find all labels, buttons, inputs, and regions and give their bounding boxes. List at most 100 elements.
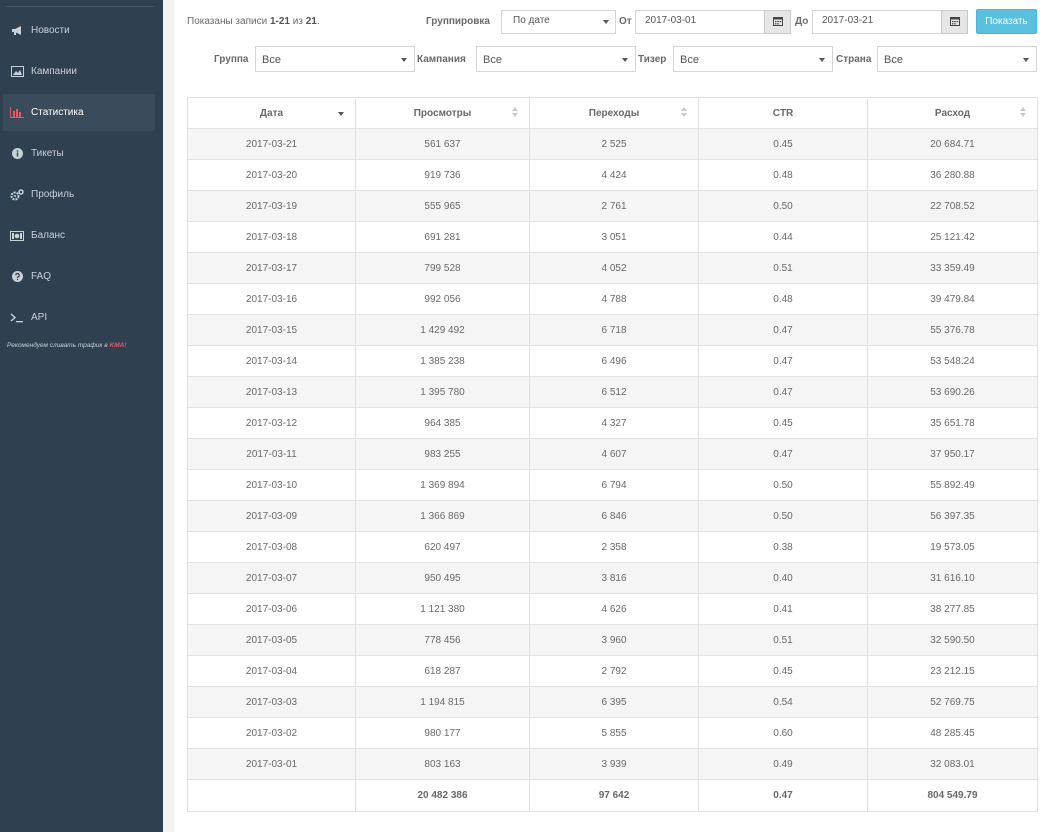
gears-icon <box>10 188 24 201</box>
main-content: Показаны записи 1-21 из 21. Группировка … <box>174 0 1051 832</box>
table-row: 2017-03-04 618 287 2 792 0.45 23 212.15 <box>187 655 1038 687</box>
country-select[interactable]: Все <box>877 46 1037 72</box>
cell-date: 2017-03-07 <box>187 562 356 594</box>
cell-ctr: 0.48 <box>698 159 868 191</box>
cell-clicks: 2 792 <box>529 655 699 687</box>
total-cell-spend: 804 549.79 <box>867 779 1038 812</box>
table-row: 2017-03-15 1 429 492 6 718 0.47 55 376.78 <box>187 314 1038 346</box>
column-header-views[interactable]: Просмотры <box>355 97 530 129</box>
table-row: 2017-03-12 964 385 4 327 0.45 35 651.78 <box>187 407 1038 439</box>
chevron-down-icon <box>622 58 628 62</box>
cell-clicks: 3 939 <box>529 748 699 780</box>
sidebar-item-label: Новости <box>31 25 70 36</box>
cell-views: 1 385 238 <box>355 345 530 377</box>
campaign-label: Кампания <box>417 54 466 65</box>
sidebar-item-label: FAQ <box>31 271 52 282</box>
cell-date: 2017-03-21 <box>187 128 356 160</box>
calendar-icon <box>949 16 960 29</box>
table-row: 2017-03-10 1 369 894 6 794 0.50 55 892.49 <box>187 469 1038 501</box>
sidebar-item-news[interactable]: Новости <box>0 12 163 49</box>
cell-ctr: 0.47 <box>698 438 868 470</box>
table-row: 2017-03-16 992 056 4 788 0.48 39 479.84 <box>187 283 1038 315</box>
sidebar-item-label: Тикеты <box>31 148 64 159</box>
show-button[interactable]: Показать <box>976 9 1037 34</box>
cell-spend: 25 121.42 <box>867 221 1038 253</box>
cell-views: 691 281 <box>355 221 530 253</box>
cell-views: 1 369 894 <box>355 469 530 501</box>
sidebar-item-profile[interactable]: Профиль <box>0 176 163 213</box>
cell-clicks: 6 718 <box>529 314 699 346</box>
cell-ctr: 0.40 <box>698 562 868 594</box>
cell-ctr: 0.50 <box>698 469 868 501</box>
date-from-input[interactable]: 2017-03-01 <box>635 10 765 34</box>
cell-spend: 20 684.71 <box>867 128 1038 160</box>
total-cell-date <box>187 779 356 812</box>
cell-spend: 35 651.78 <box>867 407 1038 439</box>
terminal-icon <box>10 312 24 324</box>
date-to-calendar-button[interactable] <box>941 10 968 34</box>
cell-clicks: 6 846 <box>529 500 699 532</box>
cell-date: 2017-03-10 <box>187 469 356 501</box>
megaphone-icon <box>10 25 24 37</box>
grouping-label: Группировка <box>426 16 490 27</box>
promo-brand-link[interactable]: KMA! <box>110 342 127 349</box>
cell-views: 561 637 <box>355 128 530 160</box>
cell-date: 2017-03-06 <box>187 593 356 625</box>
sidebar-item-statistics[interactable]: Статистика <box>3 94 155 131</box>
sidebar-item-faq[interactable]: FAQ <box>0 258 163 295</box>
cell-ctr: 0.50 <box>698 500 868 532</box>
cell-date: 2017-03-03 <box>187 686 356 718</box>
cell-date: 2017-03-14 <box>187 345 356 377</box>
table-body: 2017-03-21 561 637 2 525 0.45 20 684.71 2017-… <box>187 128 1038 780</box>
sort-icon <box>512 107 519 119</box>
cell-clicks: 3 051 <box>529 221 699 253</box>
group-select[interactable]: Все <box>255 46 415 72</box>
column-header-date[interactable]: Дата <box>187 97 356 129</box>
cell-date: 2017-03-02 <box>187 717 356 749</box>
table-row: 2017-03-06 1 121 380 4 626 0.41 38 277.85 <box>187 593 1038 625</box>
cell-date: 2017-03-01 <box>187 748 356 780</box>
cell-spend: 39 479.84 <box>867 283 1038 315</box>
cell-views: 1 194 815 <box>355 686 530 718</box>
table-row: 2017-03-18 691 281 3 051 0.44 25 121.42 <box>187 221 1038 253</box>
sidebar-item-label: Кампании <box>31 66 77 77</box>
cell-spend: 38 277.85 <box>867 593 1038 625</box>
cell-views: 618 287 <box>355 655 530 687</box>
campaign-select[interactable]: Все <box>476 46 636 72</box>
sidebar-item-tickets[interactable]: Тикеты <box>0 135 163 172</box>
table-row: 2017-03-02 980 177 5 855 0.60 48 285.45 <box>187 717 1038 749</box>
teaser-select[interactable]: Все <box>673 46 833 72</box>
cell-spend: 33 359.49 <box>867 252 1038 284</box>
cell-ctr: 0.38 <box>698 531 868 563</box>
cell-ctr: 0.48 <box>698 283 868 315</box>
cell-date: 2017-03-05 <box>187 624 356 656</box>
cell-spend: 32 590.50 <box>867 624 1038 656</box>
cell-date: 2017-03-13 <box>187 376 356 408</box>
cell-spend: 56 397.35 <box>867 500 1038 532</box>
sidebar-item-api[interactable]: API <box>0 299 163 336</box>
cell-clicks: 4 607 <box>529 438 699 470</box>
table-row: 2017-03-07 950 495 3 816 0.40 31 616.10 <box>187 562 1038 594</box>
cell-ctr: 0.47 <box>698 376 868 408</box>
column-header-clicks[interactable]: Переходы <box>529 97 699 129</box>
cell-spend: 53 690.26 <box>867 376 1038 408</box>
cell-spend: 55 892.49 <box>867 469 1038 501</box>
sidebar-item-balance[interactable]: Баланс <box>0 217 163 254</box>
cell-spend: 19 573.05 <box>867 531 1038 563</box>
cell-ctr: 0.60 <box>698 717 868 749</box>
chevron-down-icon <box>401 58 407 62</box>
cell-date: 2017-03-16 <box>187 283 356 315</box>
cell-ctr: 0.51 <box>698 624 868 656</box>
calendar-icon <box>772 16 783 29</box>
cell-views: 980 177 <box>355 717 530 749</box>
cell-ctr: 0.50 <box>698 190 868 222</box>
records-summary: Показаны записи 1-21 из 21. <box>187 16 320 27</box>
cell-views: 1 429 492 <box>355 314 530 346</box>
sidebar-item-campaigns[interactable]: Кампании <box>0 53 163 90</box>
grouping-select[interactable]: По дате <box>501 10 616 34</box>
date-from-calendar-button[interactable] <box>764 10 791 34</box>
date-to-input[interactable]: 2017-03-21 <box>812 10 942 34</box>
cell-views: 950 495 <box>355 562 530 594</box>
column-header-spend[interactable]: Расход <box>867 97 1038 129</box>
cell-date: 2017-03-17 <box>187 252 356 284</box>
